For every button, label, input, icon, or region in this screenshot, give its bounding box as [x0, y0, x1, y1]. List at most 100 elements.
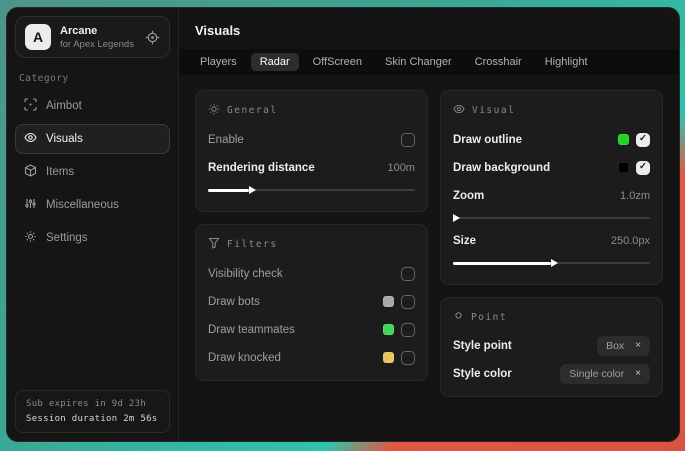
sidebar-item-label: Miscellaneous — [46, 199, 119, 211]
draw-outline-color-swatch[interactable] — [618, 134, 629, 145]
draw-teammates-row: Draw teammates — [208, 319, 415, 340]
sidebar-item-visuals[interactable]: Visuals — [15, 124, 170, 154]
rendering-distance-row: Rendering distance 100m — [208, 157, 415, 178]
draw-teammates-label: Draw teammates — [208, 324, 295, 336]
visibility-check-checkbox[interactable] — [401, 267, 415, 281]
visibility-check-label: Visibility check — [208, 268, 283, 280]
sliders-icon — [24, 197, 37, 213]
visibility-check-row: Visibility check — [208, 263, 415, 284]
draw-bots-label: Draw bots — [208, 296, 260, 308]
tab-crosshair[interactable]: Crosshair — [466, 53, 531, 71]
rendering-distance-label: Rendering distance — [208, 162, 315, 174]
rendering-distance-value: 100m — [387, 162, 415, 174]
eye-icon — [453, 103, 465, 118]
enable-checkbox[interactable] — [401, 133, 415, 147]
brand-card: A Arcane for Apex Legends — [15, 16, 170, 58]
tab-offscreen[interactable]: OffScreen — [304, 53, 371, 71]
brand-subtitle: for Apex Legends — [60, 39, 134, 50]
panel-point-header: Point — [453, 310, 650, 324]
crosshair-icon — [24, 98, 37, 114]
sidebar-item-label: Aimbot — [46, 100, 82, 112]
session-duration-text: Session duration 2m 56s — [26, 414, 159, 424]
draw-knocked-row: Draw knocked — [208, 347, 415, 368]
sidebar-item-items[interactable]: Items — [15, 157, 170, 187]
style-point-select[interactable]: Box × — [597, 336, 650, 356]
draw-outline-checkbox[interactable] — [636, 133, 650, 147]
size-row: Size 250.0px — [453, 230, 650, 251]
tab-skin-changer[interactable]: Skin Changer — [376, 53, 461, 71]
sidebar-item-label: Visuals — [46, 133, 83, 145]
zoom-value: 1.0zm — [620, 190, 650, 202]
tab-players[interactable]: Players — [191, 53, 246, 71]
funnel-icon — [208, 237, 220, 252]
panel-general-header: General — [208, 103, 415, 118]
draw-teammates-color-swatch[interactable] — [383, 324, 394, 335]
dot-circle-icon — [453, 310, 464, 324]
draw-background-label: Draw background — [453, 162, 550, 174]
tab-highlight[interactable]: Highlight — [536, 53, 597, 71]
slider-thumb[interactable] — [208, 189, 249, 192]
content-area: General Enable Rendering distance 100m — [179, 75, 679, 412]
draw-background-color-swatch[interactable] — [618, 162, 629, 173]
style-point-label: Style point — [453, 340, 512, 352]
close-icon[interactable]: × — [635, 369, 641, 379]
draw-outline-label: Draw outline — [453, 134, 522, 146]
eye-icon — [24, 131, 37, 147]
draw-bots-checkbox[interactable] — [401, 295, 415, 309]
panel-title: General — [227, 105, 278, 116]
desktop-wallpaper: { "ui": { "close_glyph": "×" }, "sidebar… — [0, 0, 685, 451]
panel-title: Visual — [472, 105, 515, 116]
enable-label: Enable — [208, 134, 244, 146]
draw-bots-color-swatch[interactable] — [383, 296, 394, 307]
draw-background-row: Draw background — [453, 157, 650, 178]
sidebar-item-label: Settings — [46, 232, 88, 244]
panel-general: General Enable Rendering distance 100m — [195, 90, 428, 212]
zoom-row: Zoom 1.0zm — [453, 185, 650, 206]
style-color-label: Style color — [453, 368, 512, 380]
close-icon[interactable]: × — [635, 341, 641, 351]
brand-title: Arcane — [60, 25, 134, 37]
draw-background-checkbox[interactable] — [636, 161, 650, 175]
zoom-slider[interactable] — [453, 213, 650, 223]
enable-row: Enable — [208, 129, 415, 150]
style-color-selected-value: Single color — [569, 368, 624, 380]
size-slider[interactable] — [453, 258, 650, 268]
style-point-row: Style point Box × — [453, 335, 650, 356]
panel-filters-header: Filters — [208, 237, 415, 252]
right-column: Visual Draw outline Draw background — [440, 90, 663, 397]
panel-title: Filters — [227, 239, 278, 250]
style-color-select[interactable]: Single color × — [560, 364, 650, 384]
left-column: General Enable Rendering distance 100m — [195, 90, 428, 381]
draw-outline-row: Draw outline — [453, 129, 650, 150]
draw-knocked-label: Draw knocked — [208, 352, 281, 364]
brand-text: Arcane for Apex Legends — [60, 25, 134, 50]
size-label: Size — [453, 235, 476, 247]
zoom-label: Zoom — [453, 190, 484, 202]
draw-knocked-checkbox[interactable] — [401, 351, 415, 365]
session-card: Sub expires in 9d 23h Session duration 2… — [15, 390, 170, 433]
style-color-row: Style color Single color × — [453, 363, 650, 384]
box-icon — [24, 164, 37, 180]
sidebar-item-miscellaneous[interactable]: Miscellaneous — [15, 190, 170, 220]
panel-visual-header: Visual — [453, 103, 650, 118]
draw-knocked-color-swatch[interactable] — [383, 352, 394, 363]
page-title: Visuals — [179, 8, 679, 49]
rendering-distance-slider[interactable] — [208, 185, 415, 195]
category-label: Category — [19, 73, 166, 84]
sidebar-item-settings[interactable]: Settings — [15, 223, 170, 253]
gear-icon — [24, 230, 37, 246]
draw-bots-row: Draw bots — [208, 291, 415, 312]
sun-icon — [208, 103, 220, 118]
app-window: A Arcane for Apex Legends Category — [6, 7, 680, 442]
tab-radar[interactable]: Radar — [251, 53, 299, 71]
panel-point: Point Style point Box × Style color Sing… — [440, 297, 663, 397]
panel-visual: Visual Draw outline Draw background — [440, 90, 663, 285]
draw-teammates-checkbox[interactable] — [401, 323, 415, 337]
main-area: Visuals Players Radar OffScreen Skin Cha… — [179, 8, 679, 441]
size-value: 250.0px — [611, 235, 650, 247]
slider-thumb[interactable] — [453, 262, 552, 265]
sidebar-item-label: Items — [46, 166, 74, 178]
sidebar-item-aimbot[interactable]: Aimbot — [15, 91, 170, 121]
sidebar: A Arcane for Apex Legends Category — [7, 8, 179, 441]
target-icon[interactable] — [145, 30, 160, 45]
